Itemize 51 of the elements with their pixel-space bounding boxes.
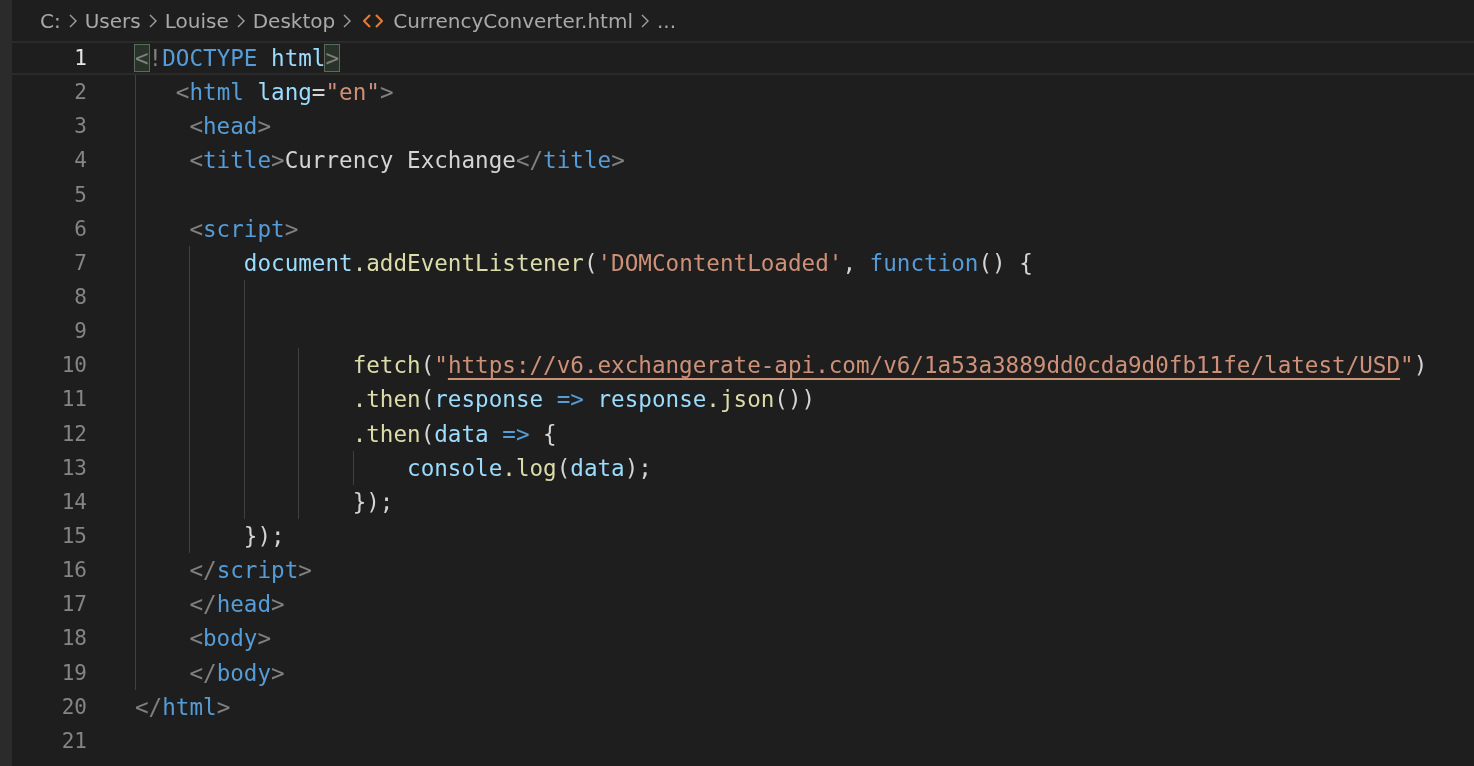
code-link[interactable]: https://v6.exchangerate-api.com/v6/1a53a3889dd0cda9d0fb11fe/latest/USD xyxy=(447,352,1401,379)
line-number: 12 xyxy=(60,421,87,446)
chevron-right-icon xyxy=(342,12,353,29)
chevron-right-icon xyxy=(235,12,246,29)
code-line: </html> xyxy=(135,693,231,720)
chevron-right-icon xyxy=(640,12,650,29)
code-line: <!DOCTYPE html> xyxy=(135,45,340,72)
line-number: 9 xyxy=(73,319,87,344)
code-line: <title>Currency Exchange</title> xyxy=(188,147,625,174)
line-number: 5 xyxy=(73,182,87,207)
breadcrumb-item[interactable]: Desktop xyxy=(252,8,336,33)
line-number: 20 xyxy=(60,694,87,719)
line-number: 17 xyxy=(60,592,87,617)
code-line: .then(response => response.json()) xyxy=(351,386,816,413)
code-file-icon xyxy=(363,13,384,28)
code-line: }); xyxy=(242,523,285,550)
line-number: 4 xyxy=(73,148,87,173)
line-number: 21 xyxy=(60,728,87,753)
line-number: 2 xyxy=(73,80,87,105)
line-number: 3 xyxy=(73,114,87,139)
line-number: 7 xyxy=(73,250,87,275)
line-number: 8 xyxy=(73,285,87,310)
breadcrumb-item[interactable]: C: xyxy=(40,8,61,33)
code-line: <html lang="en"> xyxy=(174,79,394,106)
line-number: 11 xyxy=(60,387,87,412)
line-number: 14 xyxy=(60,489,87,514)
code-line: .then(data => { xyxy=(351,420,557,447)
chevron-right-icon xyxy=(147,12,158,29)
line-number: 13 xyxy=(60,455,87,480)
code-line: </body> xyxy=(188,659,285,686)
code-line: <script> xyxy=(188,215,299,242)
chevron-right-icon xyxy=(67,12,78,29)
code-line: }); xyxy=(351,488,394,515)
breadcrumb-item[interactable]: Louise xyxy=(164,8,229,33)
code-line: fetch("https://v6.exchangerate-api.com/v6/1a53a3889dd0cda9d0fb11fe/latest/USD") xyxy=(351,352,1428,379)
code-line: <head> xyxy=(188,113,272,140)
code-line: console.log(data); xyxy=(406,454,652,481)
line-number: 10 xyxy=(60,353,87,378)
line-number: 15 xyxy=(60,524,87,549)
line-number: 18 xyxy=(60,626,87,651)
line-number: 1 xyxy=(73,46,87,71)
code-line: </script> xyxy=(188,557,312,584)
code-line: </head> xyxy=(188,591,285,618)
breadcrumb-item[interactable]: Users xyxy=(84,8,141,33)
breadcrumb-item[interactable]: CurrencyConverter.html xyxy=(363,8,633,33)
line-number: 6 xyxy=(73,216,87,241)
line-number: 19 xyxy=(60,660,87,685)
line-number: 16 xyxy=(60,558,87,583)
code-line: document.addEventListener('DOMContentLoaded', function() { xyxy=(242,249,1033,276)
code-line: <body> xyxy=(188,625,272,652)
breadcrumb-more[interactable]: ... xyxy=(657,8,677,33)
